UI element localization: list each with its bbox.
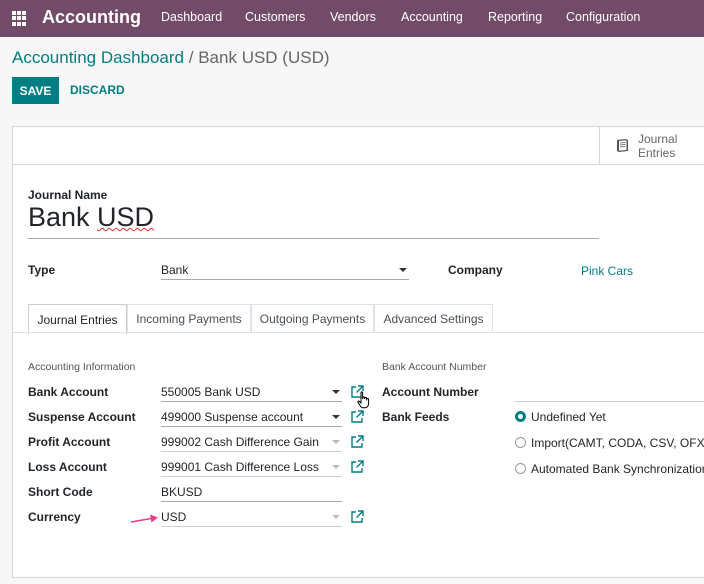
- menu-customers[interactable]: Customers: [245, 10, 305, 24]
- smart-button-box: Journal Entries: [13, 127, 704, 165]
- tab-outgoing-payments[interactable]: Outgoing Payments: [251, 304, 374, 333]
- save-button[interactable]: SAVE: [12, 77, 59, 104]
- account-number-label: Account Number: [382, 385, 479, 399]
- bank-feeds-option-label: Undefined Yet: [531, 410, 606, 424]
- annotation-arrow-icon: [130, 514, 158, 523]
- suspense-account-select[interactable]: 499000 Suspense account: [161, 407, 342, 427]
- book-icon: [617, 139, 628, 152]
- chevron-down-icon: [332, 465, 340, 469]
- bank-feeds-radio-import[interactable]: [515, 437, 526, 448]
- type-label: Type: [28, 263, 56, 277]
- bank-feeds-option-label: Automated Bank Synchronization: [531, 462, 704, 476]
- bank-feeds-option-label: Import(CAMT, CODA, CSV, OFX): [531, 436, 704, 450]
- suspense-account-label: Suspense Account: [28, 410, 136, 424]
- journal-name-input[interactable]: Bank USD: [28, 202, 599, 239]
- short-code-value: BKUSD: [161, 485, 203, 499]
- smart-button-label: Journal Entries: [638, 132, 678, 160]
- currency-label: Currency: [28, 510, 81, 524]
- profit-account-value: 999002 Cash Difference Gain: [161, 435, 319, 449]
- external-link-icon[interactable]: [350, 510, 364, 524]
- menu-accounting[interactable]: Accounting: [401, 10, 463, 24]
- company-value[interactable]: Pink Cars: [581, 264, 633, 278]
- breadcrumb-current: Bank USD (USD): [198, 48, 330, 67]
- tab-journal-entries[interactable]: Journal Entries: [28, 304, 127, 334]
- suspense-account-value: 499000 Suspense account: [161, 410, 304, 424]
- external-link-icon[interactable]: [350, 435, 364, 449]
- breadcrumb: Accounting Dashboard / Bank USD (USD): [12, 48, 330, 68]
- bank-account-number-title: Bank Account Number: [382, 361, 487, 373]
- tab-divider: [12, 332, 704, 333]
- chevron-down-icon: [332, 390, 340, 394]
- loss-account-select[interactable]: 999001 Cash Difference Loss: [161, 457, 342, 477]
- tab-incoming-payments[interactable]: Incoming Payments: [127, 304, 251, 333]
- hand-cursor-icon: [357, 391, 370, 409]
- company-label: Company: [448, 263, 503, 277]
- profit-account-select[interactable]: 999002 Cash Difference Gain: [161, 432, 342, 452]
- journal-entries-smart-button[interactable]: Journal Entries: [599, 127, 704, 164]
- chevron-down-icon: [332, 440, 340, 444]
- short-code-input[interactable]: BKUSD: [161, 482, 342, 502]
- profit-account-label: Profit Account: [28, 435, 111, 449]
- chevron-down-icon: [332, 515, 340, 519]
- bank-account-label: Bank Account: [28, 385, 109, 399]
- discard-button[interactable]: DISCARD: [70, 83, 125, 97]
- short-code-label: Short Code: [28, 485, 93, 499]
- accounting-info-title: Accounting Information: [28, 361, 136, 373]
- external-link-icon[interactable]: [350, 460, 364, 474]
- external-link-icon[interactable]: [350, 410, 364, 424]
- loss-account-label: Loss Account: [28, 460, 107, 474]
- top-navbar: Accounting Dashboard Customers Vendors A…: [0, 0, 704, 37]
- menu-configuration[interactable]: Configuration: [566, 10, 640, 24]
- menu-vendors[interactable]: Vendors: [330, 10, 376, 24]
- app-title[interactable]: Accounting: [42, 7, 141, 28]
- journal-name-prefix: Bank: [28, 202, 98, 232]
- apps-menu-icon[interactable]: [12, 11, 27, 26]
- bank-feeds-radio-automated[interactable]: [515, 463, 526, 474]
- bank-account-value: 550005 Bank USD: [161, 385, 261, 399]
- journal-name-suffix: USD: [97, 202, 155, 232]
- journal-name-label: Journal Name: [28, 188, 108, 202]
- bank-feeds-radio-undefined[interactable]: [515, 411, 526, 422]
- loss-account-value: 999001 Cash Difference Loss: [161, 460, 319, 474]
- bank-feeds-label: Bank Feeds: [382, 410, 450, 424]
- menu-reporting[interactable]: Reporting: [488, 10, 542, 24]
- bank-account-select[interactable]: 550005 Bank USD: [161, 382, 342, 402]
- tab-advanced-settings[interactable]: Advanced Settings: [374, 304, 493, 333]
- menu-dashboard[interactable]: Dashboard: [161, 10, 222, 24]
- account-number-input[interactable]: [515, 382, 704, 402]
- breadcrumb-parent[interactable]: Accounting Dashboard: [12, 48, 184, 67]
- type-select[interactable]: Bank: [161, 260, 409, 280]
- chevron-down-icon: [399, 268, 407, 272]
- currency-select[interactable]: USD: [161, 507, 342, 527]
- chevron-down-icon: [332, 415, 340, 419]
- currency-value: USD: [161, 510, 187, 524]
- breadcrumb-separator: /: [188, 48, 194, 67]
- type-value: Bank: [161, 263, 189, 277]
